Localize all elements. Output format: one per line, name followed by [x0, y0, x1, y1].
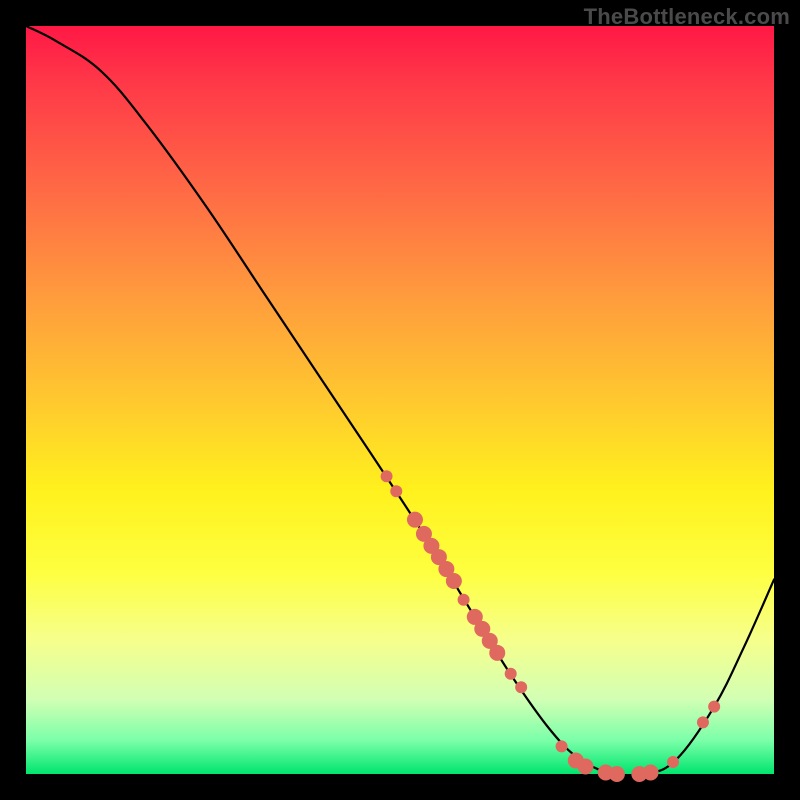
watermark-text: TheBottleneck.com [584, 4, 790, 30]
chart-stage: TheBottleneck.com [0, 0, 800, 800]
plot-area [26, 26, 774, 774]
